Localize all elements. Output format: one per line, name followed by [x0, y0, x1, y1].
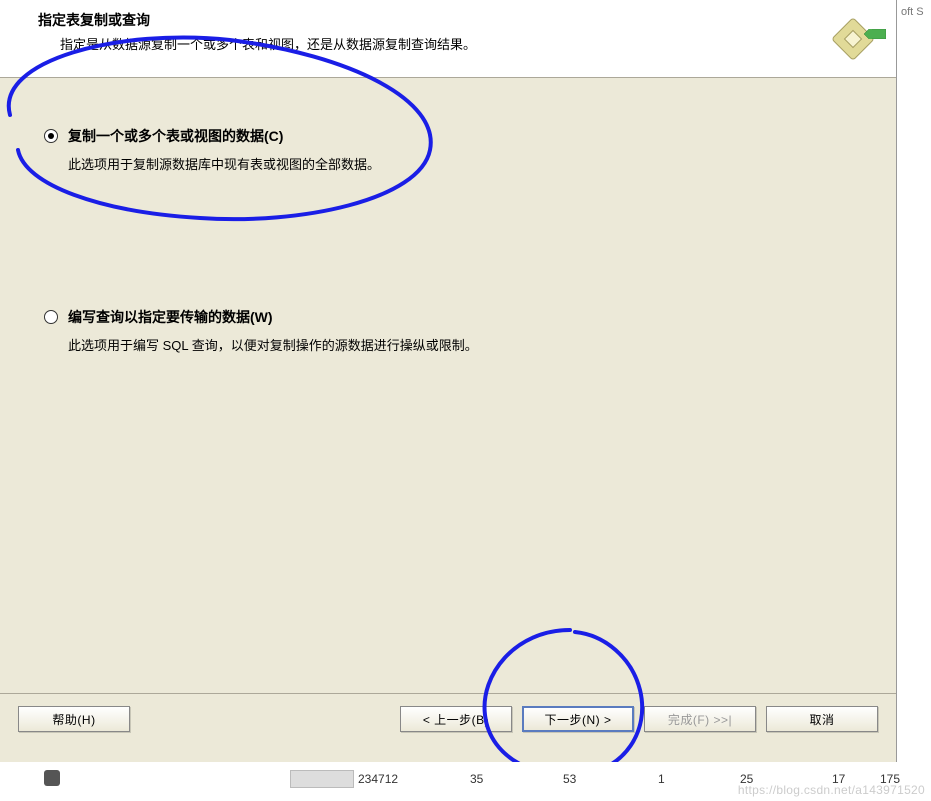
wizard-footer: 帮助(H) < 上一步(B) 下一步(N) > 完成(F) >>| 取消	[0, 693, 896, 762]
option-query-label: 编写查询以指定要传输的数据(W)	[68, 307, 273, 327]
cancel-button[interactable]: 取消	[766, 706, 878, 732]
cell-1: 35	[470, 772, 483, 786]
bottom-background-strip: 234712 35 53 1 25 17 175 https://blog.cs…	[0, 762, 931, 801]
option-write-query[interactable]: 编写查询以指定要传输的数据(W) 此选项用于编写 SQL 查询，以便对复制操作的…	[44, 307, 866, 354]
taskbar-glyph	[44, 770, 60, 786]
option-copy-tables[interactable]: 复制一个或多个表或视图的数据(C) 此选项用于复制源数据库中现有表或视图的全部数…	[44, 126, 866, 173]
radio-copy-tables[interactable]	[44, 129, 58, 143]
option-copy-label: 复制一个或多个表或视图的数据(C)	[68, 126, 283, 146]
right-background-strip: oft S	[897, 0, 931, 801]
cell-5: 17	[832, 772, 845, 786]
partial-window-text: oft S	[897, 0, 931, 18]
header-title: 指定表复制或查询	[38, 10, 884, 30]
cell-2: 53	[563, 772, 576, 786]
finish-button: 完成(F) >>|	[644, 706, 756, 732]
option-query-desc: 此选项用于编写 SQL 查询，以便对复制操作的源数据进行操纵或限制。	[68, 335, 866, 354]
cell-0: 234712	[358, 772, 398, 786]
next-button[interactable]: 下一步(N) >	[522, 706, 634, 732]
green-arrow-icon	[864, 28, 886, 36]
option-copy-desc: 此选项用于复制源数据库中现有表或视图的全部数据。	[68, 154, 866, 173]
data-transform-icon	[828, 14, 878, 64]
bottom-data-row: 234712 35 53 1 25 17 175	[0, 770, 931, 790]
cell-6: 175	[880, 772, 900, 786]
help-button[interactable]: 帮助(H)	[18, 706, 130, 732]
cell-3: 1	[658, 772, 665, 786]
back-button[interactable]: < 上一步(B)	[400, 706, 512, 732]
wizard-header: 指定表复制或查询 指定是从数据源复制一个或多个表和视图，还是从数据源复制查询结果…	[0, 0, 896, 78]
header-subtitle: 指定是从数据源复制一个或多个表和视图，还是从数据源复制查询结果。	[60, 34, 884, 53]
wizard-body: 复制一个或多个表或视图的数据(C) 此选项用于复制源数据库中现有表或视图的全部数…	[0, 78, 896, 706]
grey-block	[290, 770, 354, 788]
radio-write-query[interactable]	[44, 310, 58, 324]
cell-4: 25	[740, 772, 753, 786]
radio-dot-selected	[48, 133, 54, 139]
wizard-window: 指定表复制或查询 指定是从数据源复制一个或多个表和视图，还是从数据源复制查询结果…	[0, 0, 897, 762]
